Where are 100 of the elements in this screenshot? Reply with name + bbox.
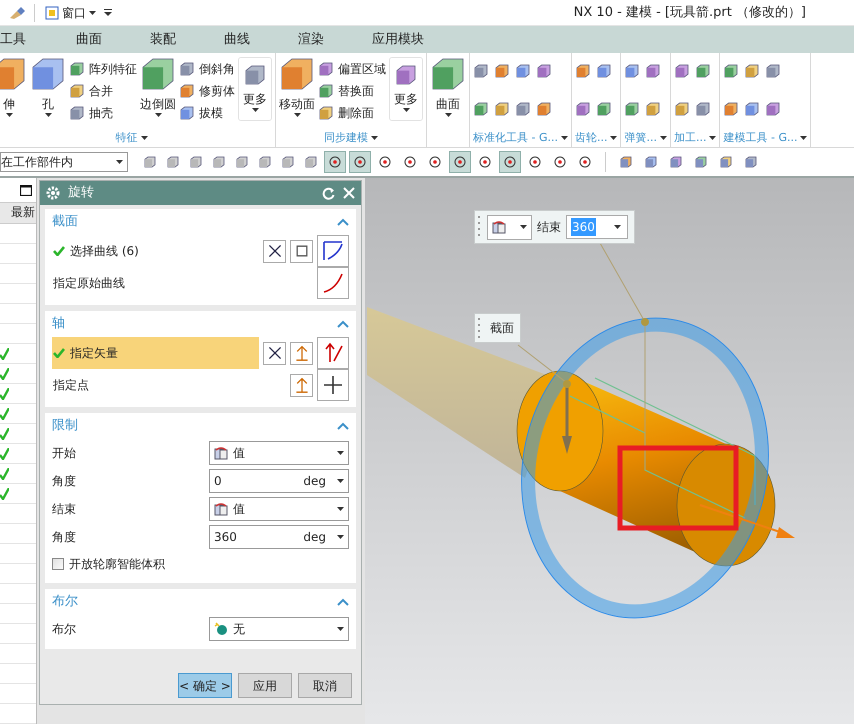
snap-button[interactable]	[349, 151, 371, 173]
menu-tab[interactable]: 曲线	[200, 30, 274, 50]
toolbar-button[interactable]	[574, 63, 591, 79]
group-menu-button[interactable]	[610, 136, 618, 140]
toolbar-button[interactable]	[674, 101, 690, 117]
dialog-button[interactable]: 取消	[298, 673, 352, 698]
section-header[interactable]: 截面	[45, 209, 356, 235]
angle-field[interactable]: 0 deg	[209, 469, 349, 493]
toolbar-button[interactable]	[494, 63, 510, 79]
ribbon-button[interactable]: 边倒圆	[140, 57, 176, 129]
toolbar-button[interactable]	[765, 101, 782, 117]
snap-point-icon	[528, 155, 542, 169]
section-header[interactable]: 轴	[45, 311, 356, 337]
toolbar-button[interactable]	[744, 101, 760, 117]
snap-point-icon	[378, 155, 392, 169]
option-dropdown[interactable]: 无	[209, 617, 349, 641]
selection-step[interactable]: 指定矢量	[52, 337, 259, 369]
menu-tab[interactable]: 装配	[126, 30, 200, 50]
group-menu-button[interactable]	[709, 136, 716, 140]
tool-button[interactable]	[263, 342, 286, 364]
option-dropdown[interactable]: 值	[209, 441, 349, 465]
group-menu-button[interactable]	[800, 136, 808, 140]
toolbar-button[interactable]	[596, 63, 612, 79]
ribbon-item[interactable]: 替换面	[318, 81, 386, 100]
reset-button[interactable]	[322, 186, 335, 200]
toolbar-button[interactable]	[473, 63, 489, 79]
tool-button[interactable]	[317, 235, 349, 267]
ribbon-button[interactable]: 更多	[389, 57, 423, 121]
toolbar-button[interactable]	[536, 101, 552, 117]
ribbon-item[interactable]: 删除面	[318, 103, 386, 122]
snap-button[interactable]	[324, 151, 346, 173]
box-icon	[536, 101, 552, 117]
section-header[interactable]: 限制	[45, 413, 356, 439]
close-button[interactable]	[343, 187, 355, 199]
section-header[interactable]: 布尔	[45, 589, 356, 615]
toolbar-button[interactable]	[624, 63, 640, 79]
group-menu-button[interactable]	[560, 136, 568, 140]
selection-step[interactable]: 指定点	[52, 369, 286, 401]
snap-button[interactable]	[449, 151, 471, 173]
menu-tab[interactable]: 曲面	[52, 30, 126, 50]
ribbon-button[interactable]: 曲面	[430, 57, 466, 129]
angle-field[interactable]: 360 deg	[209, 525, 349, 549]
window-menu[interactable]: 窗口	[34, 4, 96, 22]
maximize-icon	[20, 184, 32, 196]
toolbar-button[interactable]	[494, 101, 510, 117]
toolbar-button[interactable]	[515, 101, 531, 117]
caret-icon	[337, 451, 344, 455]
toolbar-button[interactable]	[694, 101, 711, 117]
ribbon-button[interactable]: 孔	[30, 57, 66, 129]
toolbar-button[interactable]	[645, 63, 662, 79]
group-menu-button[interactable]	[660, 136, 667, 140]
ribbon-button[interactable]: 移动面	[279, 57, 315, 129]
ribbon-item[interactable]: 偏置区域	[318, 59, 386, 78]
toolbar-button[interactable]	[536, 63, 552, 79]
toolbar-button[interactable]	[473, 101, 489, 117]
selection-step[interactable]: 指定原始曲线	[52, 267, 313, 299]
toolbar-button[interactable]	[744, 63, 760, 79]
toolbar-button[interactable]	[574, 101, 591, 117]
group-menu-button[interactable]	[371, 136, 378, 140]
customize-button[interactable]	[102, 9, 114, 16]
checkbox[interactable]: 开放轮廓智能体积	[52, 555, 165, 573]
toolbar-button[interactable]	[645, 101, 662, 117]
option-dropdown[interactable]	[487, 214, 532, 240]
toolbar-button[interactable]	[723, 63, 740, 79]
menu-tab[interactable]: 渲染	[274, 30, 348, 50]
ribbon-item[interactable]: 合并	[69, 81, 137, 100]
ribbon-item[interactable]: 抽壳	[69, 103, 137, 122]
tool-button[interactable]	[263, 240, 286, 262]
option-dropdown[interactable]: 值	[209, 497, 349, 521]
toolbar-button[interactable]	[723, 101, 740, 117]
toolbar-button[interactable]	[694, 63, 711, 79]
group-label: 同步建模	[324, 130, 368, 146]
ribbon-button[interactable]: 伸	[0, 57, 27, 129]
box-icon	[765, 101, 782, 117]
selection-step[interactable]: 选择曲线 (6)	[52, 235, 259, 267]
group-menu-button[interactable]	[140, 136, 148, 140]
filter-dropdown[interactable]: 在工作部件内	[0, 152, 128, 172]
toolbar-button[interactable]	[596, 101, 612, 117]
dialog-button[interactable]: < 确定 >	[178, 673, 232, 698]
tool-button[interactable]	[290, 240, 313, 262]
menu-tab[interactable]: 工具	[0, 30, 52, 50]
ribbon-item[interactable]: 修剪体	[179, 81, 235, 100]
toolbar-button[interactable]	[624, 101, 640, 117]
ribbon-item[interactable]: 拔模	[179, 103, 235, 122]
box-icon	[723, 101, 740, 117]
ribbon-item[interactable]: 阵列特征	[69, 59, 137, 78]
tool-button[interactable]	[317, 369, 349, 401]
ribbon-button[interactable]: 更多	[238, 57, 272, 121]
toolbar-button[interactable]	[674, 63, 690, 79]
menu-tab[interactable]: 应用模块	[348, 30, 448, 50]
toolbar-button[interactable]	[515, 63, 531, 79]
snap-point-icon	[478, 155, 492, 169]
dialog-button[interactable]: 应用	[238, 673, 292, 698]
ribbon-item[interactable]: 倒斜角	[179, 59, 235, 78]
box-icon	[69, 104, 85, 120]
caret-icon	[560, 136, 568, 140]
box-icon	[244, 64, 266, 86]
toolbar-button[interactable]	[765, 63, 782, 79]
check-icon	[0, 368, 9, 380]
snap-button[interactable]	[499, 151, 521, 173]
